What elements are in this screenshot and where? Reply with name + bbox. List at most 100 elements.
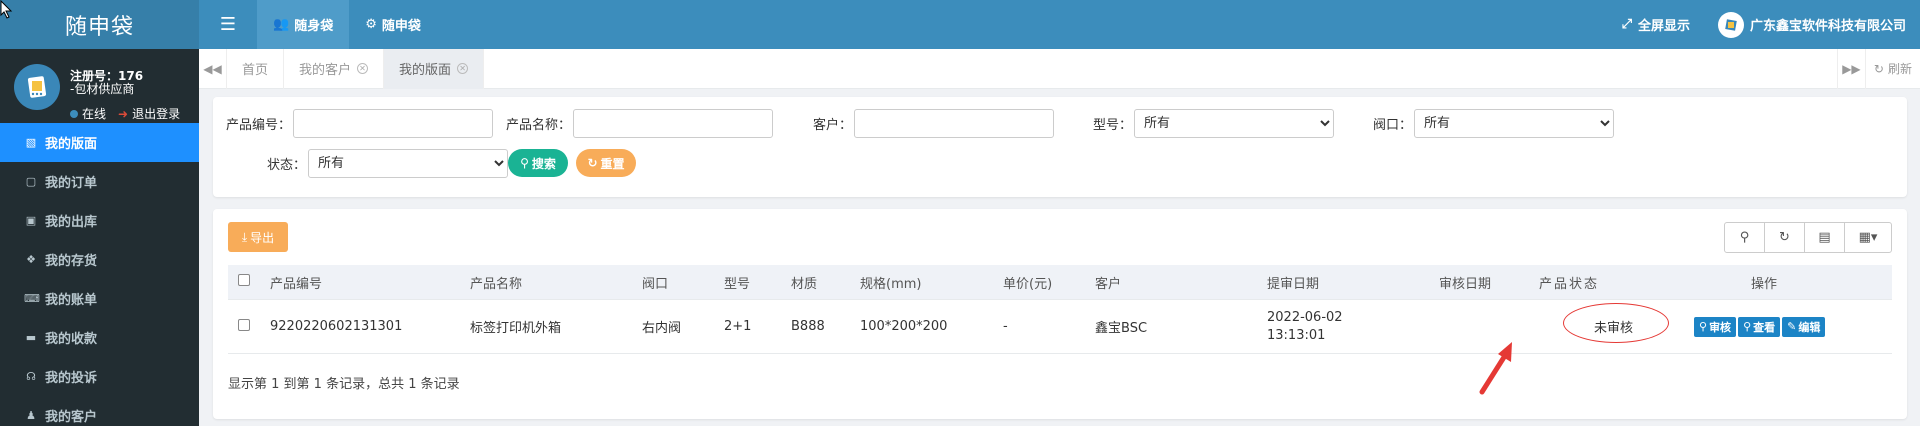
monitor-icon: ▢ [25, 175, 37, 188]
edit-button[interactable]: ✎ 编辑 [1782, 316, 1826, 337]
col-valve[interactable]: 阀口 [642, 273, 724, 292]
cell-product-code: 9220220602131301 [270, 319, 403, 334]
search-icon: ⚲ [1743, 320, 1752, 333]
product-name-input[interactable] [573, 109, 774, 138]
col-material[interactable]: 材质 [791, 273, 860, 292]
top-header: 随申袋 ☰ 👥 随身袋 ⚙ 随申袋 ⤢ 全屏显示 广东鑫宝软件科技有限公司 [0, 0, 1920, 49]
keyboard-icon: ⌨ [24, 292, 40, 305]
table-row[interactable]: 9220220602131301 标签打印机外箱 右内阀 2+1 B888 10… [228, 300, 1892, 354]
table-toolbar: ⚲ ↻ ▤ ▦▾ [1724, 222, 1892, 253]
sidebar-item-bills[interactable]: ⌨ 我的账单 [0, 279, 199, 318]
col-actions: 操作 [1750, 276, 1777, 292]
model-select[interactable]: 所有 [1134, 109, 1335, 138]
search-button[interactable]: ⚲ 搜索 [508, 149, 568, 177]
cell-valve: 右内阀 [642, 321, 682, 336]
top-tab-suishendai[interactable]: 👥 随身袋 [257, 0, 350, 49]
edit-icon: ✎ [1787, 320, 1797, 333]
col-product-status[interactable]: 产品状态 [1539, 273, 1694, 292]
row-checkbox[interactable] [238, 318, 250, 331]
annotation-ellipse [1563, 303, 1669, 343]
col-price[interactable]: 单价(元) [1003, 273, 1095, 292]
table-panel: ⤓ 导出 ⚲ ↻ ▤ ▦▾ 产品编号 产品名称 阀口 型号 材质 规格(mm) 单… [213, 209, 1907, 419]
refresh-tab-button[interactable]: ↻ 刷新 [1864, 48, 1920, 89]
cell-price: - [1003, 319, 1008, 334]
top-tab-label: 随申袋 [381, 19, 421, 34]
brand-logo[interactable]: 随申袋 [0, 0, 199, 49]
status-field: 状态： 所有 [226, 149, 508, 178]
review-button[interactable]: ⚲ 审核 [1694, 316, 1737, 337]
user-role: -包材供应商 [70, 82, 135, 96]
export-button[interactable]: ⤓ 导出 [228, 222, 288, 252]
search-icon: ⚲ [520, 156, 529, 170]
table-columns-button[interactable]: ▦▾ [1845, 223, 1891, 252]
cell-product-name: 标签打印机外箱 [470, 321, 562, 336]
customer-input[interactable] [854, 109, 1055, 138]
col-submit-date[interactable]: 提审日期 [1267, 273, 1439, 292]
data-table: 产品编号 产品名称 阀口 型号 材质 规格(mm) 单价(元) 客户 提审日期 … [228, 265, 1892, 354]
users-icon: 👥 [273, 17, 290, 32]
col-spec[interactable]: 规格(mm) [860, 273, 1003, 292]
fullscreen-label: 全屏显示 [1637, 19, 1690, 34]
cell-submit-date: 2022-06-02 13:13:01 [1267, 309, 1343, 343]
tab-scroll-left-button[interactable]: ◀◀ [199, 48, 227, 89]
tab-home[interactable]: 首页 [227, 48, 285, 89]
cell-spec: 100*200*200 [860, 319, 948, 334]
company-logo-icon [1717, 11, 1744, 38]
sidebar-item-outbound[interactable]: ▣ 我的出库 [0, 201, 199, 240]
sidebar-item-orders[interactable]: ▢ 我的订单 [0, 162, 199, 201]
product-code-field: 产品编号： [226, 109, 494, 138]
reset-button[interactable]: ↻ 重置 [576, 149, 636, 177]
table-toggle-view-button[interactable]: ▤ [1805, 223, 1845, 252]
cubes-icon: ❖ [26, 253, 36, 266]
sidebar-item-inventory[interactable]: ❖ 我的存货 [0, 240, 199, 279]
pagination-summary: 显示第 1 到第 1 条记录，总共 1 条记录 [228, 377, 460, 392]
col-product-name[interactable]: 产品名称 [470, 273, 642, 292]
layout-icon: ▧ [25, 136, 37, 149]
view-button[interactable]: ⚲ 查看 [1738, 316, 1781, 337]
top-tab-suishendai-2[interactable]: ⚙ 随申袋 [349, 0, 437, 49]
sidebar: 注册号：176 -包材供应商 在线 ➜ 退出登录 ▧ 我的版面 ▢ 我的订单 ▣ 我的出… [0, 49, 199, 426]
download-icon: ⤓ [241, 229, 248, 244]
col-customer[interactable]: 客户 [1095, 273, 1267, 292]
annotation-arrow-icon [1479, 342, 1512, 395]
sidebar-item-payments[interactable]: ▬ 我的收款 [0, 318, 199, 357]
gear-icon: ⚙ [365, 17, 377, 32]
sidebar-item-layout[interactable]: ▧ 我的版面 [0, 123, 199, 162]
headset-icon: ☊ [26, 370, 36, 383]
menu-toggle-button[interactable]: ☰ [199, 0, 257, 49]
hamburger-icon: ☰ [219, 14, 237, 35]
double-right-icon: ▶▶ [1842, 61, 1861, 76]
online-status: 在线 [70, 105, 106, 122]
select-all-checkbox[interactable] [238, 274, 250, 286]
table-search-button[interactable]: ⚲ [1725, 223, 1765, 252]
company-name: 广东鑫宝软件科技有限公司 [1749, 19, 1906, 34]
valve-field: 阀口： 所有 [1373, 109, 1615, 138]
page-tabbar: ◀◀ 首页 我的客户 ✕ 我的版面 ✕ ▶▶ ↻ 刷新 [199, 48, 1920, 89]
tab-my-customers[interactable]: 我的客户 ✕ [284, 48, 385, 89]
search-icon: ⚲ [1699, 320, 1708, 333]
search-icon: ⚲ [1739, 230, 1750, 245]
product-code-input[interactable] [293, 109, 494, 138]
col-model[interactable]: 型号 [724, 273, 791, 292]
col-review-date[interactable]: 审核日期 [1439, 273, 1539, 292]
col-product-code[interactable]: 产品编号 [270, 273, 470, 292]
sidebar-item-complaints[interactable]: ☊ 我的投诉 [0, 357, 199, 396]
close-icon[interactable]: ✕ [357, 63, 369, 74]
logout-link[interactable]: ➜ 退出登录 [118, 105, 180, 122]
valve-select[interactable]: 所有 [1414, 109, 1615, 138]
table-refresh-button[interactable]: ↻ [1765, 223, 1805, 252]
company-menu[interactable]: 广东鑫宝软件科技有限公司 [1704, 0, 1920, 49]
tab-scroll-right-button[interactable]: ▶▶ [1836, 48, 1865, 89]
product-name-field: 产品名称： [506, 109, 774, 138]
package-icon [27, 76, 47, 98]
expand-icon: ⤢ [1621, 17, 1632, 32]
fullscreen-button[interactable]: ⤢ 全屏显示 [1608, 0, 1704, 49]
avatar [14, 64, 60, 110]
status-select[interactable]: 所有 [308, 149, 508, 178]
close-icon[interactable]: ✕ [457, 63, 469, 74]
reset-icon: ↻ [587, 156, 598, 170]
sidebar-item-customers[interactable]: ♟ 我的客户 [0, 396, 199, 426]
cell-actions: ⚲ 审核 ⚲ 查看 ✎ 编辑 [1694, 316, 1834, 337]
tab-my-layout[interactable]: 我的版面 ✕ [384, 48, 485, 89]
top-tab-label: 随身袋 [294, 19, 334, 34]
